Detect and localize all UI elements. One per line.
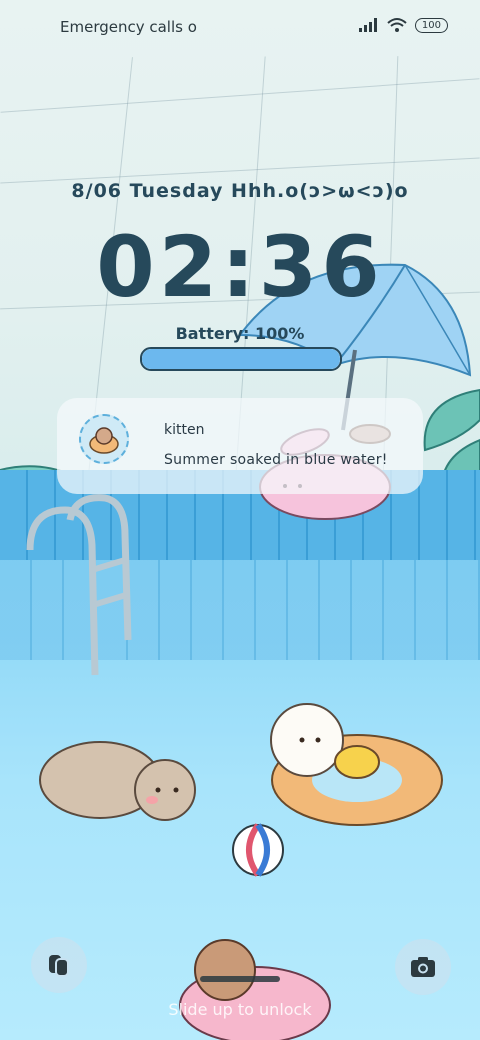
status-icons: 100 [358,17,448,33]
kitten-avatar-icon [89,427,119,454]
notification-card[interactable]: kitten Summer soaked in blue water! [57,398,423,494]
battery-label: Battery: 100% [175,324,305,343]
wifi-icon [387,18,407,32]
battery-icon: 100 [414,17,448,33]
battery-progress-fill [142,349,340,369]
widgets-icon [49,955,69,977]
battery-progress-bar [140,347,342,371]
lock-clock: 02:36 [96,218,384,316]
float-ring-illustration [179,939,331,1040]
camera-button[interactable] [395,939,451,995]
bear-illustration [39,741,196,821]
notification-title: kitten [164,422,205,438]
beach-ball-illustration [232,823,284,877]
unlock-handle[interactable] [200,976,280,982]
notification-app-icon [79,414,129,464]
date-line: 8/06 Tuesday Hhh.o(ɔ>ω<ɔ)o [71,180,409,202]
signal-icon [358,18,377,32]
unlock-hint: Slide up to unlock [168,1000,312,1019]
notification-body: Summer soaked in blue water! [164,452,388,468]
pool-ladder [26,494,132,676]
carrier-status-text: Emergency calls o [60,18,197,36]
widgets-button[interactable] [31,937,87,993]
status-bar: Emergency calls o 100 [0,0,480,56]
otter-illustration [270,703,443,826]
camera-icon [411,957,435,977]
